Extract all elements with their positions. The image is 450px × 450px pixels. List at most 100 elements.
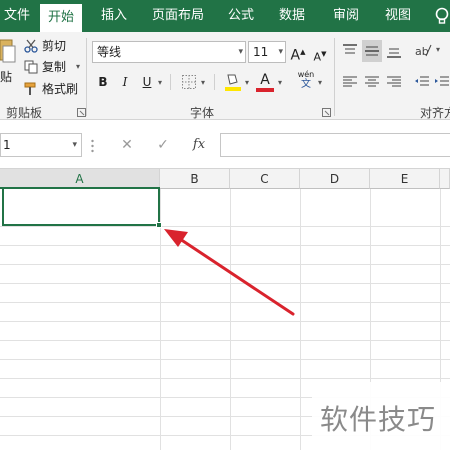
formula-bar: 1 ▾ ✕ ✓ fx (0, 121, 450, 169)
fill-color-icon[interactable] (224, 72, 242, 92)
paste-label[interactable]: 贴 (0, 68, 12, 85)
tab-page-layout[interactable]: 页面布局 (146, 0, 210, 32)
cut-label: 剪切 (42, 39, 67, 53)
align-middle-button[interactable] (362, 40, 382, 62)
shrink-font-glyph: A (313, 50, 322, 64)
gridline-vertical (160, 189, 161, 450)
more-options-icon[interactable] (91, 139, 94, 153)
clipboard-launcher-icon[interactable] (77, 108, 86, 117)
underline-dropdown-icon[interactable]: ▾ (158, 78, 162, 87)
grow-font-glyph: A (290, 47, 301, 64)
align-right-icon[interactable] (386, 76, 402, 88)
fill-color-dropdown-icon[interactable]: ▾ (245, 78, 249, 87)
align-middle-icon (365, 46, 379, 56)
group-separator (334, 38, 335, 116)
formula-input[interactable] (220, 133, 450, 157)
decrease-indent-icon[interactable] (414, 76, 430, 88)
borders-icon[interactable] (182, 75, 196, 89)
increase-indent-icon[interactable] (434, 76, 450, 88)
cut-button[interactable]: 剪切 (24, 37, 84, 55)
scissors-icon (24, 39, 38, 53)
alignment-group-label: 对齐方 (420, 106, 450, 120)
bold-button[interactable]: B (96, 72, 110, 92)
format-painter-button[interactable]: 格式刷 (24, 80, 84, 98)
ribbon-tab-bar: 文件 开始 插入 页面布局 公式 数据 审阅 视图 (0, 0, 450, 32)
column-header-b[interactable]: B (160, 169, 230, 189)
watermark-text: 软件技巧 (320, 403, 437, 436)
chevron-down-icon[interactable]: ▾ (72, 134, 77, 156)
italic-button[interactable]: I (118, 72, 132, 92)
text-orientation-icon[interactable]: ab (414, 42, 432, 58)
toolbar-divider (214, 74, 215, 90)
active-cell-a1[interactable] (2, 187, 160, 226)
name-box[interactable]: 1 ▾ (0, 133, 82, 157)
gridline-vertical (230, 189, 231, 450)
gridline-horizontal (0, 264, 450, 265)
ribbon: 贴 剪切 复制 ▾ 格式刷 剪贴板 等线 ▾ 11 ▾ A▲ A▼ B I U … (0, 32, 450, 120)
font-size-combo[interactable]: 11 ▾ (248, 41, 286, 63)
phonetic-guide-button[interactable]: wén 文 (296, 70, 316, 90)
insert-function-button[interactable]: fx (188, 135, 210, 155)
borders-dropdown-icon[interactable]: ▾ (201, 78, 205, 87)
chevron-down-icon[interactable]: ▾ (238, 42, 243, 62)
cancel-entry-button[interactable]: ✕ (116, 135, 138, 155)
paste-icon[interactable] (0, 36, 16, 72)
column-header-f[interactable] (440, 169, 450, 189)
column-header-e[interactable]: E (370, 169, 440, 189)
font-color-dropdown-icon[interactable]: ▾ (278, 78, 282, 87)
toolbar-divider (170, 74, 171, 90)
font-name-combo[interactable]: 等线 ▾ (92, 41, 246, 63)
copy-label: 复制 (42, 60, 67, 74)
grow-font-button[interactable]: A▲ (290, 42, 306, 64)
tab-view[interactable]: 视图 (378, 0, 418, 32)
format-painter-label: 格式刷 (42, 82, 79, 96)
tab-formulas[interactable]: 公式 (222, 0, 260, 32)
gridline-horizontal (0, 340, 450, 341)
name-box-value: 1 (3, 138, 11, 152)
underline-button[interactable]: U (140, 72, 154, 92)
tab-insert[interactable]: 插入 (94, 0, 134, 32)
gridline-horizontal (0, 283, 450, 284)
tab-file[interactable]: 文件 (0, 0, 40, 32)
gridline-horizontal (0, 321, 450, 322)
lightbulb-icon[interactable] (434, 7, 450, 25)
phonetic-dropdown-icon[interactable]: ▾ (318, 78, 322, 87)
svg-text:ab: ab (415, 45, 429, 58)
tab-data[interactable]: 数据 (272, 0, 312, 32)
copy-icon (24, 60, 38, 74)
watermark: 软件技巧 (312, 382, 450, 450)
align-center-icon[interactable] (364, 76, 380, 88)
font-color-glyph: A (260, 72, 270, 88)
clipboard-group-label: 剪贴板 (6, 106, 43, 120)
gridline-vertical (300, 189, 301, 450)
phonetic-label: wén (297, 70, 315, 79)
shrink-font-button[interactable]: A▼ (312, 44, 328, 64)
column-header-a[interactable]: A (0, 169, 160, 189)
confirm-entry-button[interactable]: ✓ (152, 135, 174, 155)
align-top-icon[interactable] (342, 44, 358, 58)
orientation-dropdown-icon[interactable]: ▾ (436, 45, 440, 54)
paintbrush-icon (24, 82, 36, 95)
align-bottom-icon[interactable] (386, 44, 402, 58)
gridline-horizontal (0, 302, 450, 303)
font-color-swatch (256, 88, 274, 92)
tab-review[interactable]: 审阅 (326, 0, 366, 32)
font-name-value: 等线 (97, 45, 122, 59)
chevron-down-icon[interactable]: ▾ (278, 42, 283, 62)
gridline-horizontal (0, 245, 450, 246)
gridline-horizontal (0, 378, 450, 379)
font-group-label: 字体 (190, 106, 215, 120)
group-separator (86, 38, 87, 116)
gridline-horizontal (0, 359, 450, 360)
copy-dropdown-icon[interactable]: ▾ (76, 58, 80, 76)
font-color-button[interactable]: A (256, 70, 274, 90)
gridline-horizontal (0, 226, 450, 227)
font-launcher-icon[interactable] (322, 108, 331, 117)
font-size-value: 11 (253, 45, 269, 59)
fill-handle[interactable] (156, 222, 162, 228)
column-header-d[interactable]: D (300, 169, 370, 189)
column-header-c[interactable]: C (230, 169, 300, 189)
tab-home[interactable]: 开始 (40, 4, 82, 32)
align-left-icon[interactable] (342, 76, 358, 88)
copy-button[interactable]: 复制 ▾ (24, 58, 84, 76)
